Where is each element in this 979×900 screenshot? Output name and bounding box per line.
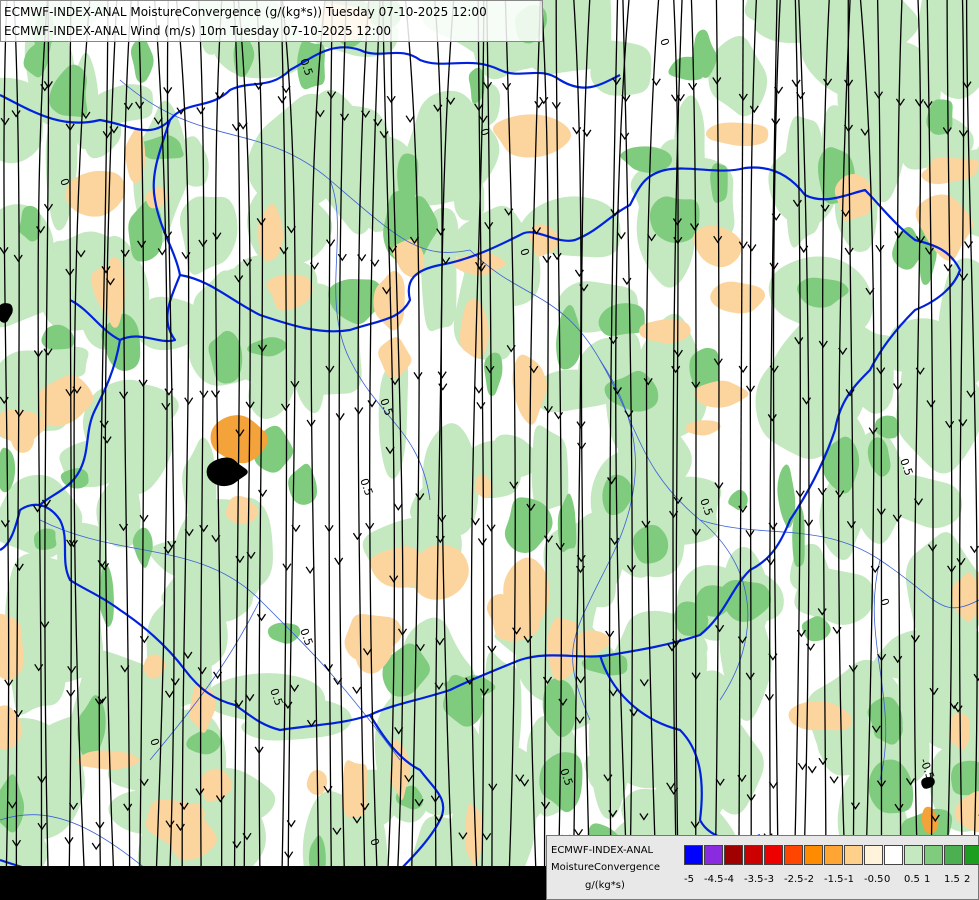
legend-swatch — [964, 845, 979, 865]
legend-swatch — [844, 845, 863, 865]
legend-tick: -0.5 — [864, 874, 884, 885]
legend-tick: -1.5 — [824, 874, 844, 885]
legend-tick: 2 — [964, 874, 971, 885]
legend-model-name: ECMWF-INDEX-ANAL — [551, 845, 654, 856]
legend-swatches — [684, 845, 979, 865]
legend-swatch — [924, 845, 943, 865]
legend-tick: -3 — [764, 874, 774, 885]
legend-swatch — [704, 845, 723, 865]
legend-swatch — [784, 845, 803, 865]
legend-swatch — [944, 845, 963, 865]
legend-swatch — [904, 845, 923, 865]
legend-tick: -3.5 — [744, 874, 764, 885]
legend-tick: -4 — [724, 874, 734, 885]
legend-swatch — [824, 845, 843, 865]
legend-swatch — [724, 845, 743, 865]
legend-swatch — [864, 845, 883, 865]
legend-tick: -2 — [804, 874, 814, 885]
legend-swatch — [884, 845, 903, 865]
weather-map: 00.500.500.500.500.500.500.5-0.50.5 — [0, 0, 979, 900]
legend-swatch — [764, 845, 783, 865]
legend-swatch — [744, 845, 763, 865]
legend-swatch — [684, 845, 703, 865]
legend-tick: -4.5 — [704, 874, 724, 885]
legend-tick: 1.5 — [944, 874, 960, 885]
legend-tick: -5 — [684, 874, 694, 885]
legend-tick-labels: -5 -4.5 -4 -3.5 -3 -2.5 -2 -1.5 -1 -0.5 0 0.5 1 1.5 2 — [684, 874, 979, 885]
legend-tick: 0.5 — [904, 874, 920, 885]
convergence-area — [950, 760, 979, 796]
title-wind: ECMWF-INDEX-ANAL Wind (m/s) 10m Tuesday … — [4, 24, 392, 38]
legend-field-name: MoistureConvergence — [551, 862, 660, 873]
legend-swatch — [804, 845, 823, 865]
legend-tick: -1 — [844, 874, 854, 885]
map-title-box: ECMWF-INDEX-ANAL MoistureConvergence (g/… — [0, 0, 543, 42]
moisture-convergence-field — [0, 0, 979, 900]
color-legend: ECMWF-INDEX-ANAL MoistureConvergence g/(… — [546, 835, 979, 900]
legend-units: g/(kg*s) — [585, 880, 625, 891]
title-moisture-convergence: ECMWF-INDEX-ANAL MoistureConvergence (g/… — [4, 5, 487, 19]
legend-tick: 0 — [884, 874, 891, 885]
legend-tick: -2.5 — [784, 874, 804, 885]
legend-tick: 1 — [924, 874, 931, 885]
convergence-area — [0, 77, 43, 164]
